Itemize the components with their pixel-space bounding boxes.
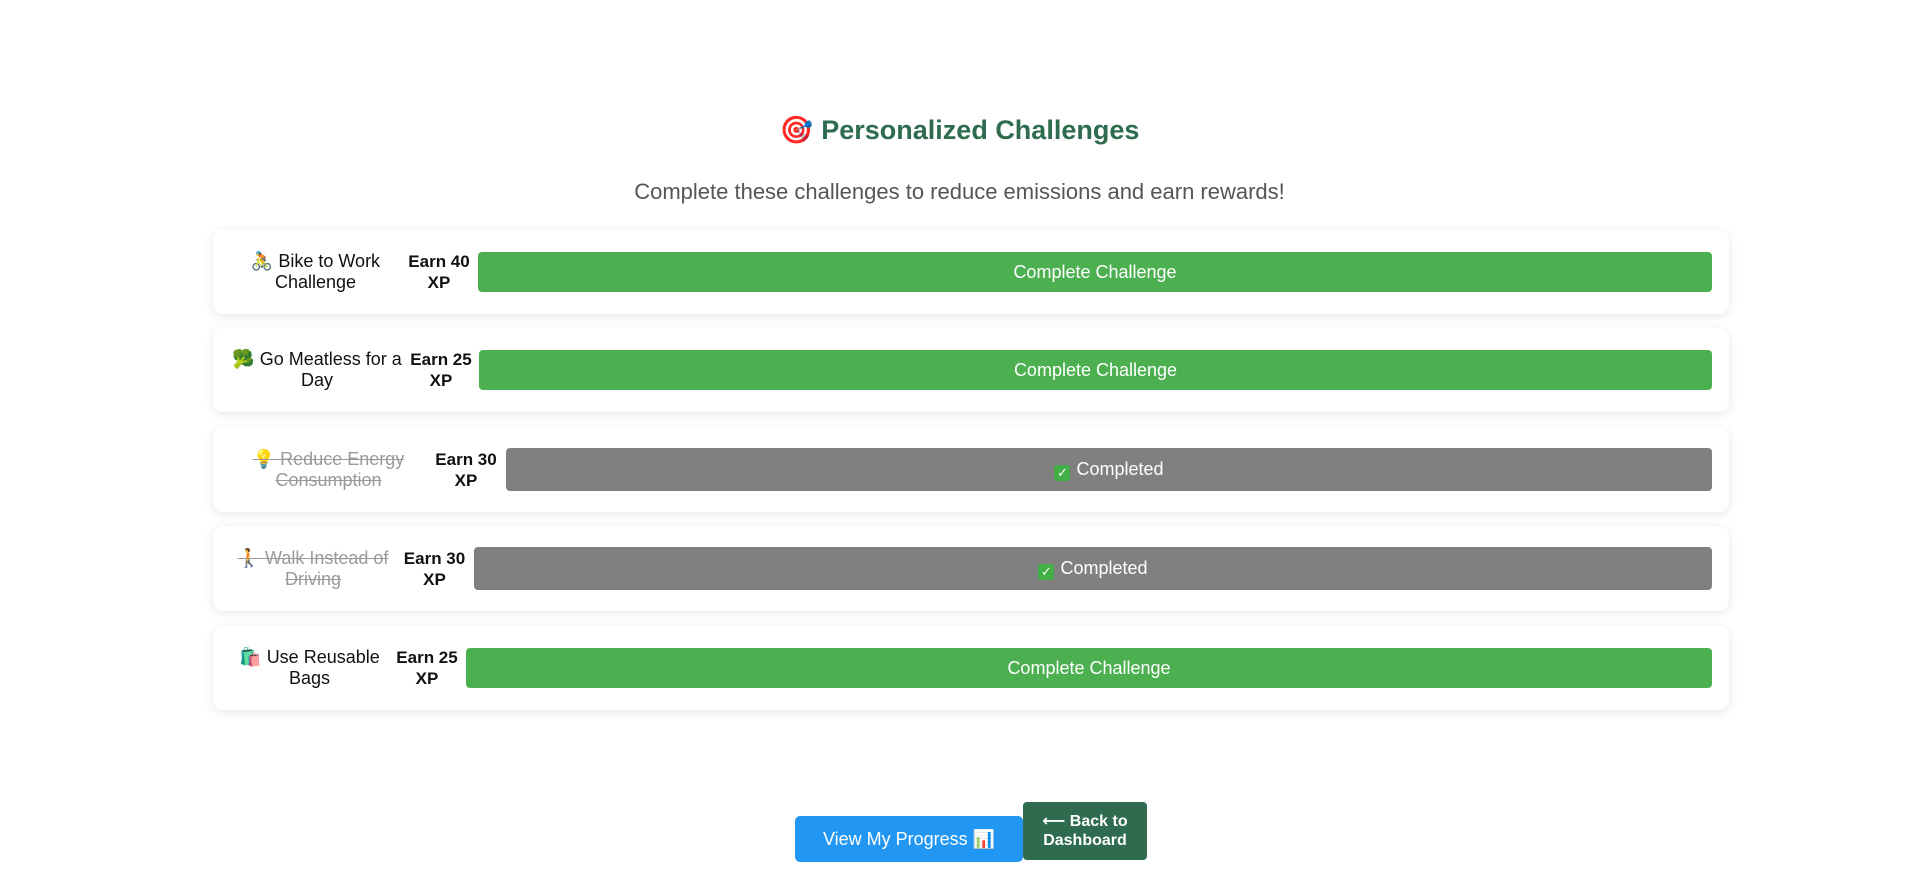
- xp-reward: Earn 30 XP: [403, 548, 466, 589]
- back-to-dashboard-button[interactable]: ⟵ Back to Dashboard: [1023, 802, 1147, 860]
- lightbulb-icon: 💡: [252, 448, 276, 469]
- page-title: 🎯 Personalized Challenges: [0, 110, 1919, 150]
- challenge-name: 🛍️ Use Reusable Bags: [213, 647, 388, 689]
- challenge-title: Walk Instead of Driving: [265, 547, 389, 589]
- challenge-name: 🚴 Bike to Work Challenge: [213, 251, 400, 293]
- broccoli-icon: 🥦: [232, 349, 255, 369]
- footer-actions: View My Progress 📊 ⟵ Back to Dashboard: [795, 800, 1147, 862]
- challenge-title: Go Meatless for a Day: [259, 349, 402, 390]
- challenge-card: 🚶 Walk Instead of Driving Earn 30 XP ✓ Co…: [213, 526, 1729, 611]
- target-icon: 🎯: [779, 115, 814, 145]
- xp-reward: Earn 25 XP: [396, 648, 458, 688]
- challenge-name: 🚶 Walk Instead of Driving: [213, 548, 395, 590]
- completed-label: Completed: [1060, 557, 1148, 578]
- challenge-list: 🚴 Bike to Work Challenge Earn 40 XP Comp…: [213, 230, 1729, 725]
- check-icon: ✓: [1054, 464, 1071, 481]
- walking-icon: 🚶: [237, 547, 260, 568]
- view-progress-button[interactable]: View My Progress 📊: [795, 816, 1023, 862]
- complete-challenge-button[interactable]: Complete Challenge: [466, 648, 1712, 688]
- challenge-card: 🥦 Go Meatless for a Day Earn 25 XP Compl…: [213, 328, 1729, 412]
- check-icon: ✓: [1038, 563, 1055, 580]
- completed-button: ✓ Completed: [474, 547, 1712, 590]
- xp-reward: Earn 30 XP: [435, 449, 497, 490]
- challenge-card: 🚴 Bike to Work Challenge Earn 40 XP Comp…: [213, 230, 1729, 314]
- challenge-title: Reduce Energy Consumption: [275, 448, 405, 490]
- challenge-name: 🥦 Go Meatless for a Day: [213, 349, 403, 391]
- page-title-text: Personalized Challenges: [821, 115, 1140, 145]
- challenge-card: 💡 Reduce Energy Consumption Earn 30 XP ✓…: [213, 427, 1729, 512]
- xp-reward: Earn 25 XP: [410, 350, 472, 390]
- bike-icon: 🚴: [250, 251, 274, 271]
- challenge-name: 💡 Reduce Energy Consumption: [213, 449, 426, 491]
- complete-challenge-button[interactable]: Complete Challenge: [478, 252, 1712, 292]
- xp-reward: Earn 40 XP: [408, 252, 470, 292]
- challenge-title: Use Reusable Bags: [266, 647, 380, 688]
- page-subtitle: Complete these challenges to reduce emis…: [634, 179, 1285, 204]
- completed-button: ✓ Completed: [506, 448, 1712, 491]
- completed-label: Completed: [1076, 458, 1164, 479]
- shopping-bag-icon: 🛍️: [239, 647, 262, 667]
- page: 🎯 Personalized Challenges Complete these …: [0, 0, 1919, 892]
- challenge-title: Bike to Work Challenge: [274, 251, 381, 292]
- challenge-card: 🛍️ Use Reusable Bags Earn 25 XP Complete…: [213, 626, 1729, 710]
- complete-challenge-button[interactable]: Complete Challenge: [479, 350, 1712, 390]
